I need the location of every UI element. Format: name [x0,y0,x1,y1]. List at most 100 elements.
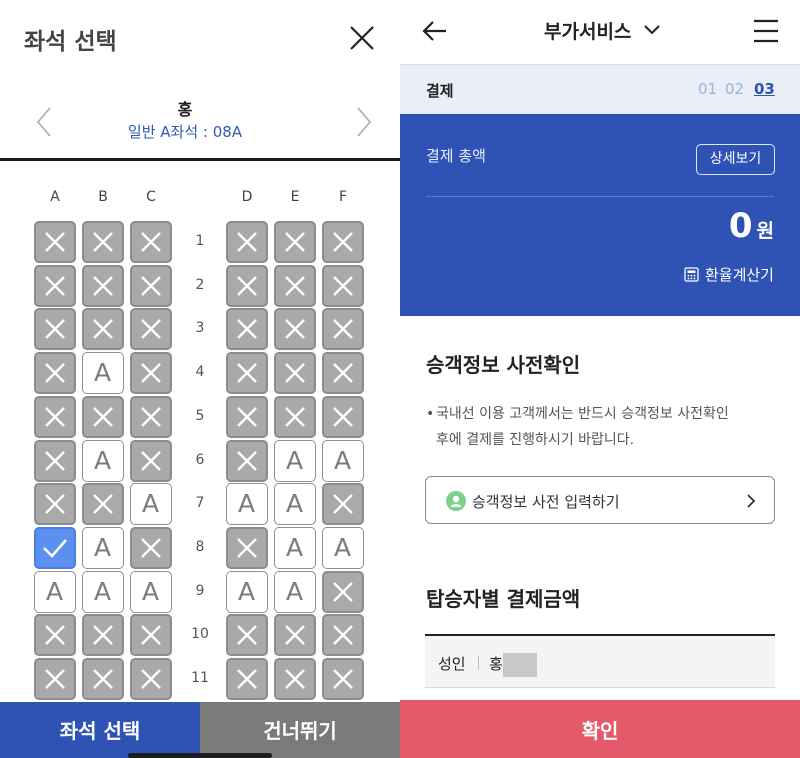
unavailable-x-icon [237,625,257,646]
seat-8c-taken[interactable] [130,526,172,569]
seat-11c-taken[interactable] [130,658,172,700]
seat-2e-taken[interactable] [274,264,316,307]
fx-calculator-link[interactable]: 환율계산기 [684,264,774,285]
seat-6b-open[interactable]: A [82,439,124,482]
select-seat-button[interactable]: 좌석 선택 [0,702,200,758]
close-icon[interactable] [346,22,378,54]
seat-10e-taken[interactable] [274,614,316,657]
precheck-input-button[interactable]: 승객정보 사전 입력하기 [425,476,775,524]
seat-7c-open[interactable]: A [130,483,172,526]
hamburger-icon[interactable] [752,18,780,44]
seat-6e-open[interactable]: A [274,439,316,482]
fare-passenger-type: 성인 [438,655,466,673]
unavailable-x-icon [285,363,305,383]
seat-11d-taken[interactable] [226,658,268,700]
seat-8f-open[interactable]: A [322,526,364,569]
unavailable-x-icon [285,625,305,646]
unavailable-x-icon [141,625,161,646]
row-label-1: 1 [195,233,205,249]
available-seat-glyph: A [141,489,160,519]
seat-1e-taken[interactable] [274,221,316,263]
seat-6c-taken[interactable] [130,439,172,482]
seat-selection-panel: 좌석 선택 홍 일반 A좌석 : 08A ABCDEF1234A56AAA7AA… [0,0,400,758]
seat-5a-taken[interactable] [34,395,76,438]
seat-3a-taken[interactable] [34,308,76,351]
seat-8e-open[interactable]: A [274,526,316,569]
seat-9e-open[interactable]: A [274,570,316,613]
unavailable-x-icon [333,275,353,296]
confirm-button[interactable]: 확인 [400,700,800,758]
seat-7a-taken[interactable] [34,483,76,526]
seat-9d-open[interactable]: A [226,570,268,613]
seat-8b-open[interactable]: A [82,526,124,569]
seat-9b-open[interactable]: A [82,570,124,613]
total-label: 결제 총액 [426,147,486,165]
skip-button[interactable]: 건너뛰기 [200,702,400,758]
seat-5c-taken[interactable] [130,395,172,438]
seat-3d-taken[interactable] [226,308,268,351]
amount-value: 0 [728,206,753,246]
unavailable-x-icon [141,669,161,689]
seat-8d-taken[interactable] [226,526,268,569]
unavailable-x-icon [237,538,257,558]
header-title[interactable]: 부가서비스 [544,17,631,44]
seat-7d-open[interactable]: A [226,483,268,526]
chevron-down-icon[interactable] [642,22,662,38]
unavailable-x-icon [45,669,65,689]
seat-3e-taken[interactable] [274,308,316,351]
unavailable-x-icon [141,232,161,252]
seat-1c-taken[interactable] [130,221,172,263]
seat-10a-taken[interactable] [34,614,76,657]
seat-3b-taken[interactable] [82,308,124,351]
unavailable-x-icon [237,232,257,252]
seat-5d-taken[interactable] [226,395,268,438]
seat-4a-taken[interactable] [34,352,76,395]
chevron-right-icon[interactable] [352,104,376,140]
unavailable-x-icon [45,625,65,646]
seat-3c-taken[interactable] [130,308,172,351]
seat-1d-taken[interactable] [226,221,268,263]
seat-6d-taken[interactable] [226,439,268,482]
seat-8a-selected[interactable] [34,526,76,569]
seat-2d-taken[interactable] [226,264,268,307]
seat-2a-taken[interactable] [34,264,76,307]
seat-5e-taken[interactable] [274,395,316,438]
unavailable-x-icon [237,319,257,340]
chevron-left-icon[interactable] [32,104,56,140]
seat-2c-taken[interactable] [130,264,172,307]
seat-9f-taken[interactable] [322,570,364,613]
seat-4e-taken[interactable] [274,352,316,395]
seat-9a-open[interactable]: A [34,570,76,613]
seat-11e-taken[interactable] [274,658,316,700]
seat-6f-open[interactable]: A [322,439,364,482]
seat-1a-taken[interactable] [34,221,76,263]
back-arrow-icon[interactable] [420,16,450,46]
seat-10f-taken[interactable] [322,614,364,657]
seat-3f-taken[interactable] [322,308,364,351]
seat-11f-taken[interactable] [322,658,364,700]
person-icon [446,491,466,511]
seat-7e-open[interactable]: A [274,483,316,526]
seat-5f-taken[interactable] [322,395,364,438]
seat-10c-taken[interactable] [130,614,172,657]
seat-6a-taken[interactable] [34,439,76,482]
seat-11b-taken[interactable] [82,658,124,700]
seat-10b-taken[interactable] [82,614,124,657]
seat-11a-taken[interactable] [34,658,76,700]
home-indicator [128,753,272,758]
seat-1f-taken[interactable] [322,221,364,263]
seat-4d-taken[interactable] [226,352,268,395]
seat-5b-taken[interactable] [82,395,124,438]
unavailable-x-icon [45,232,65,252]
detail-button[interactable]: 상세보기 [696,144,775,175]
seat-10d-taken[interactable] [226,614,268,657]
seat-4c-taken[interactable] [130,352,172,395]
seat-7f-taken[interactable] [322,483,364,526]
seat-2b-taken[interactable] [82,264,124,307]
seat-4b-open[interactable]: A [82,352,124,395]
seat-2f-taken[interactable] [322,264,364,307]
seat-1b-taken[interactable] [82,221,124,263]
seat-7b-taken[interactable] [82,483,124,526]
seat-9c-open[interactable]: A [130,570,172,613]
seat-4f-taken[interactable] [322,352,364,395]
